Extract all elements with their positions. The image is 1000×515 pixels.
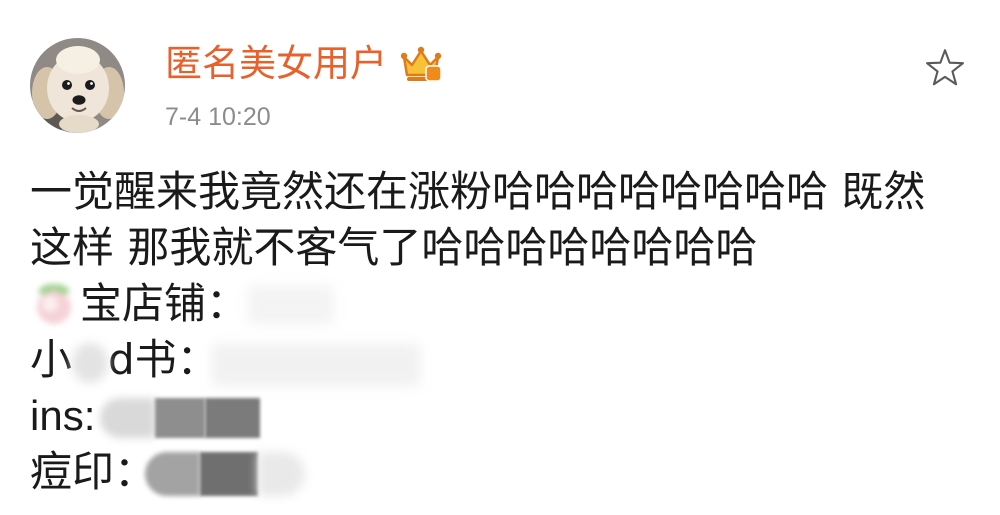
post-timestamp: 7-4 10:20 — [165, 103, 271, 131]
redacted-blur-segment — [100, 398, 155, 438]
store-link-label: 宝店铺： — [80, 279, 249, 328]
book-link-line: 小 d书： — [30, 332, 970, 388]
redacted-blur — [100, 398, 260, 438]
redacted-blur-segment — [145, 452, 200, 496]
author-avatar[interactable] — [30, 38, 125, 133]
author-name[interactable]: 匿名美女用户 — [165, 41, 387, 87]
peach-emoji-icon — [30, 280, 80, 326]
redacted-blur — [212, 344, 420, 386]
redacted-blur-segment — [200, 452, 258, 496]
book-link-label-suffix: d书： — [108, 335, 219, 384]
acne-link-label: 痘印： — [30, 447, 157, 496]
redacted-blur — [72, 342, 109, 383]
store-link-line: 宝店铺： — [30, 276, 970, 332]
post-body: 一觉醒来我竟然还在涨粉哈哈哈哈哈哈哈哈 既然 这样 那我就不客气了哈哈哈哈哈哈哈… — [30, 164, 970, 500]
book-link-label-prefix: 小 — [30, 335, 73, 384]
redacted-blur — [145, 452, 305, 496]
star-outline-icon[interactable] — [923, 46, 967, 90]
dog-avatar-image — [30, 38, 125, 133]
redacted-blur — [248, 286, 333, 324]
redacted-blur-segment — [155, 398, 205, 438]
redacted-blur-segment — [205, 398, 260, 438]
ins-link-label: ins: — [30, 392, 96, 439]
redacted-blur-segment — [258, 452, 305, 496]
post-text-line: 这样 那我就不客气了哈哈哈哈哈哈哈哈 — [30, 223, 758, 272]
vip-crown-icon[interactable] — [399, 44, 443, 84]
post-text-line: 一觉醒来我竟然还在涨粉哈哈哈哈哈哈哈哈 既然 — [30, 167, 926, 216]
